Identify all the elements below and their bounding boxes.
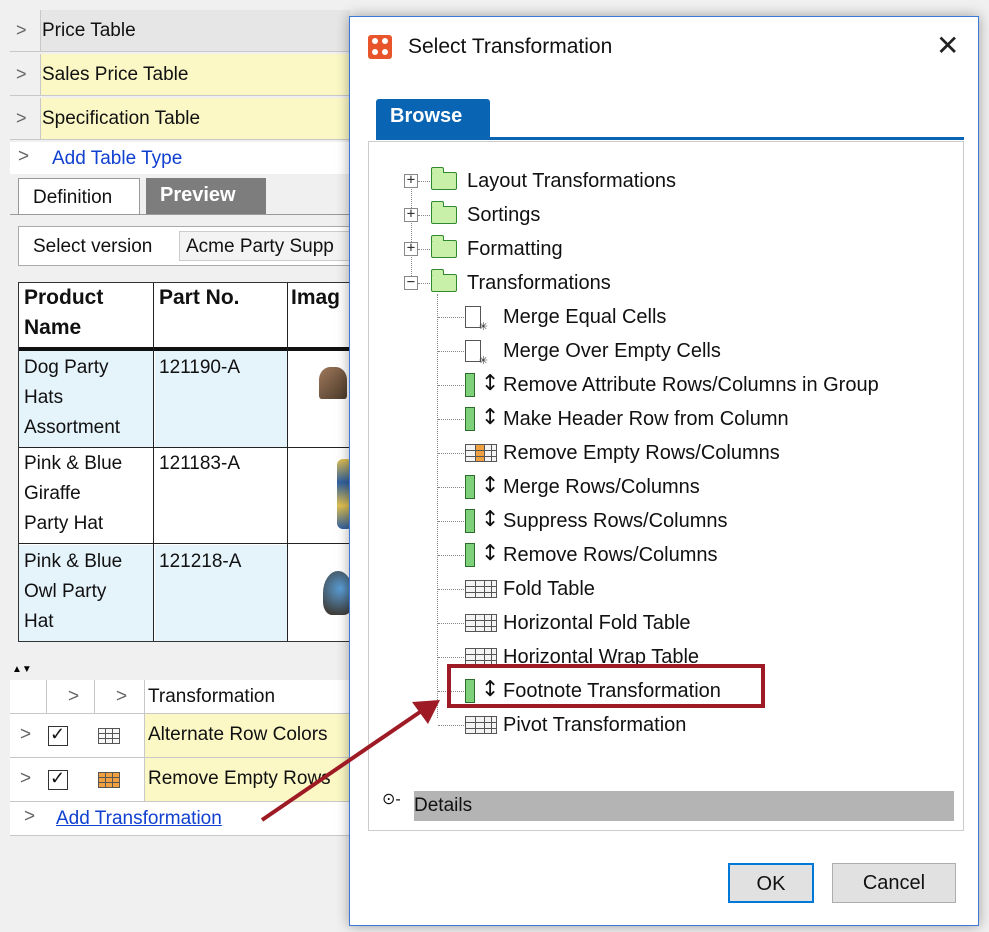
annotation-arrow: [260, 700, 440, 822]
